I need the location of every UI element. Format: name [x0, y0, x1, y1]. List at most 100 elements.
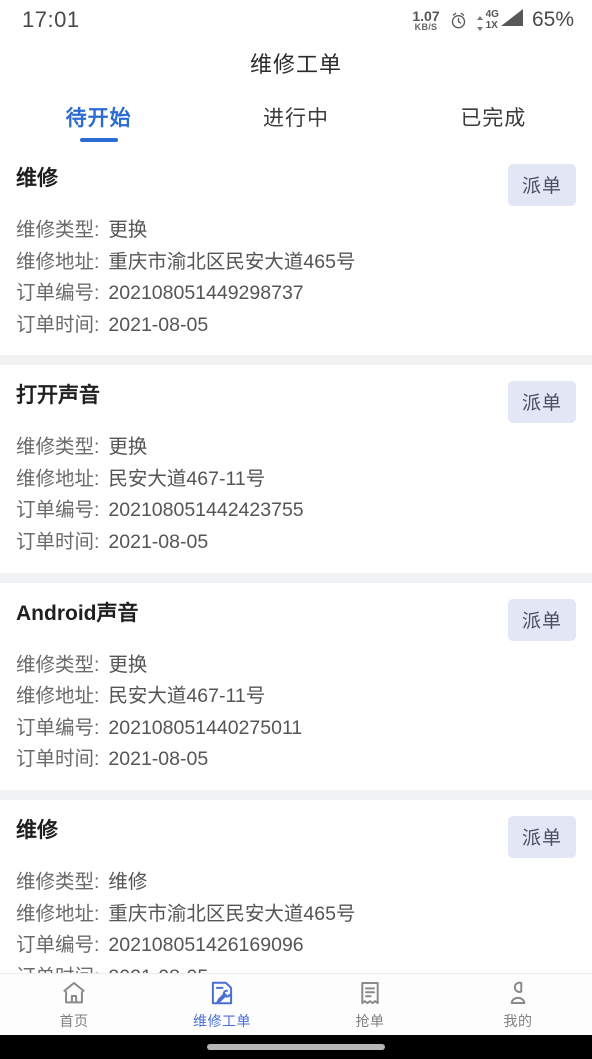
order-card-header: 维修 派单 [16, 164, 576, 206]
order-number-label: 订单编号: [16, 716, 100, 739]
order-address-value: 民安大道467-11号 [108, 467, 266, 490]
tab-completed[interactable]: 已完成 [395, 85, 592, 148]
order-card[interactable]: Android声音 派单 维修类型: 更换 维修地址: 民安大道467-11号 … [0, 582, 592, 790]
status-bar: 17:01 1.07 KB/S 4G 1X 65% [0, 0, 592, 40]
order-address-row: 维修地址: 重庆市渝北区民安大道465号 [16, 899, 576, 931]
order-time-row: 订单时间: 2021-08-05 [16, 527, 576, 559]
order-card-body: 维修类型: 维修 维修地址: 重庆市渝北区民安大道465号 订单编号: 2021… [16, 867, 576, 973]
order-title: Android声音 [16, 601, 139, 625]
tab-pending-label: 待开始 [65, 106, 132, 130]
network-gen-secondary: 1X [485, 19, 498, 31]
order-title: 打开声音 [16, 384, 100, 408]
order-time-row: 订单时间: 2021-08-05 [16, 744, 576, 776]
order-number-value: 202108051440275011 [108, 716, 303, 739]
status-bar-time: 17:01 [22, 7, 80, 32]
tab-active-indicator [79, 138, 118, 142]
status-filter-tabs: 待开始 进行中 已完成 [0, 85, 592, 148]
order-type-row: 维修类型: 更换 [16, 215, 576, 247]
order-number-label: 订单编号: [16, 499, 100, 522]
signal-bars-icon [500, 9, 523, 31]
order-type-label: 维修类型: [16, 219, 100, 241]
dispatch-button[interactable]: 派单 [507, 381, 576, 424]
order-time-label: 订单时间: [16, 313, 100, 336]
order-number-value: 202108051426169096 [108, 934, 304, 957]
order-number-value: 202108051449298737 [108, 282, 304, 305]
order-number-value: 202108051442423755 [108, 499, 304, 522]
order-address-label: 维修地址: [16, 250, 100, 273]
phone-screen: 17:01 1.07 KB/S 4G 1X 65% 维修工单 待开始 进行中 已… [0, 0, 592, 1059]
order-card-body: 维修类型: 更换 维修地址: 民安大道467-11号 订单编号: 2021080… [16, 432, 576, 558]
dispatch-button[interactable]: 派单 [507, 815, 576, 858]
order-number-row: 订单编号: 202108051426169096 [16, 930, 576, 962]
dispatch-button[interactable]: 派单 [507, 164, 576, 206]
order-type-value: 维修 [108, 870, 148, 893]
order-time-value: 2021-08-05 [108, 748, 209, 771]
order-address-row: 维修地址: 民安大道467-11号 [16, 464, 576, 496]
order-card-body: 维修类型: 更换 维修地址: 民安大道467-11号 订单编号: 2021080… [16, 650, 576, 776]
order-address-value: 重庆市渝北区民安大道465号 [108, 902, 356, 925]
receipt-icon [355, 978, 385, 1008]
app-header: 维修工单 [0, 40, 592, 85]
nav-item-profile[interactable]: 我的 [444, 978, 592, 1031]
gesture-home-pill[interactable] [207, 1044, 385, 1050]
order-number-label: 订单编号: [16, 282, 100, 305]
order-type-value: 更换 [108, 219, 148, 241]
order-address-row: 维修地址: 民安大道467-11号 [16, 681, 576, 713]
tab-in-progress[interactable]: 进行中 [197, 85, 394, 148]
nav-item-grab-orders[interactable]: 抢单 [296, 978, 444, 1031]
nav-item-repair-orders[interactable]: 维修工单 [148, 978, 296, 1031]
network-speed-unit: KB/S [414, 21, 438, 32]
order-card-header: 维修 派单 [16, 815, 576, 858]
order-address-label: 维修地址: [16, 902, 100, 925]
system-gesture-bar [0, 1035, 592, 1059]
order-time-row: 订单时间: 2021-08-05 [16, 310, 576, 342]
order-time-label: 订单时间: [16, 531, 100, 554]
network-speed-value: 1.07 [412, 7, 440, 24]
order-address-label: 维修地址: [16, 685, 100, 708]
order-time-row: 订单时间: 2021-08-05 [16, 962, 576, 973]
order-time-label: 订单时间: [16, 962, 99, 973]
order-type-value: 更换 [108, 436, 148, 459]
network-speed-indicator: 1.07 KB/S [412, 9, 439, 32]
tab-completed-label: 已完成 [460, 106, 527, 130]
page-title: 维修工单 [249, 51, 342, 77]
nav-item-home[interactable]: 首页 [0, 978, 148, 1031]
bottom-navigation-bar: 首页 维修工单 抢单 我的 [0, 973, 592, 1035]
dispatch-button[interactable]: 派单 [507, 598, 576, 641]
nav-item-grab-orders-label: 抢单 [355, 1013, 385, 1029]
status-bar-indicators: 1.07 KB/S 4G 1X 65% [412, 8, 574, 32]
data-transfer-arrows-icon [476, 16, 483, 31]
order-type-value: 更换 [108, 653, 148, 676]
order-type-row: 维修类型: 维修 [16, 867, 576, 899]
repair-order-icon [207, 978, 237, 1008]
nav-item-repair-orders-label: 维修工单 [193, 1013, 251, 1029]
order-card[interactable]: 打开声音 派单 维修类型: 更换 维修地址: 民安大道467-11号 订单编号:… [0, 365, 592, 573]
order-list[interactable]: 维修 派单 维修类型: 更换 维修地址: 重庆市渝北区民安大道465号 订单编号… [0, 148, 592, 973]
order-time-value: 2021-08-05 [108, 531, 209, 554]
order-number-label: 订单编号: [16, 934, 100, 957]
order-card-body: 维修类型: 更换 维修地址: 重庆市渝北区民安大道465号 订单编号: 2021… [16, 215, 576, 341]
order-type-label: 维修类型: [16, 870, 100, 893]
order-type-label: 维修类型: [16, 436, 100, 459]
order-number-row: 订单编号: 202108051440275011 [16, 713, 576, 745]
user-profile-icon [503, 978, 533, 1008]
order-type-row: 维修类型: 更换 [16, 650, 576, 682]
order-card[interactable]: 维修 派单 维修类型: 更换 维修地址: 重庆市渝北区民安大道465号 订单编号… [0, 148, 592, 356]
network-generation-label: 4G 1X [485, 9, 499, 31]
tab-pending[interactable]: 待开始 [0, 85, 197, 148]
cellular-signal-group: 4G 1X [476, 9, 523, 31]
order-type-label: 维修类型: [16, 653, 100, 676]
order-title: 维修 [16, 818, 58, 842]
order-time-label: 订单时间: [16, 748, 100, 771]
tab-in-progress-label: 进行中 [262, 106, 329, 130]
nav-item-profile-label: 我的 [503, 1013, 533, 1029]
order-address-value: 民安大道467-11号 [108, 685, 266, 708]
order-title: 维修 [16, 167, 58, 190]
order-number-row: 订单编号: 202108051449298737 [16, 278, 576, 310]
order-card-header: Android声音 派单 [16, 598, 576, 641]
order-card[interactable]: 维修 派单 维修类型: 维修 维修地址: 重庆市渝北区民安大道465号 订单编号… [0, 799, 592, 973]
alarm-clock-icon [449, 11, 468, 30]
home-icon [59, 978, 89, 1008]
order-card-header: 打开声音 派单 [16, 381, 576, 424]
order-type-row: 维修类型: 更换 [16, 432, 576, 464]
